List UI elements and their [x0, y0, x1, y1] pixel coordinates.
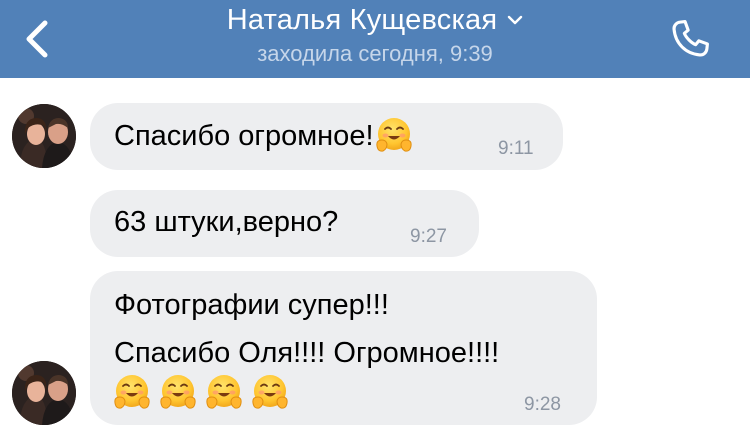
emoji-row [112, 373, 290, 413]
message-bubble[interactable]: Спасибо огромное! 9:11 [90, 103, 563, 170]
message-text: Спасибо огромное! [114, 120, 374, 152]
hugging-face-emoji-icon [159, 374, 197, 410]
chevron-down-icon [508, 15, 523, 25]
message-time: 9:27 [410, 226, 447, 247]
call-button[interactable] [662, 14, 718, 64]
hugging-face-emoji-icon [375, 117, 412, 153]
chat-header: Наталья Кущевская заходила сегодня, 9:39 [0, 0, 750, 78]
hugging-face-emoji-icon [113, 374, 151, 410]
message-bubble[interactable]: 63 штуки,верно? 9:27 [90, 190, 479, 257]
last-seen-status: заходила сегодня, 9:39 [257, 41, 493, 66]
avatar[interactable] [12, 361, 76, 425]
message-text-line: Спасибо Оля!!!! Огромное!!!! [114, 337, 500, 369]
message-time: 9:28 [524, 394, 561, 415]
message-text-line: Фотографии супер!!! [114, 289, 389, 321]
chevron-left-icon [26, 20, 48, 58]
message-text-row: Спасибо огромное! [114, 115, 414, 157]
phone-icon [672, 20, 709, 57]
contact-name-row[interactable]: Наталья Кущевская [227, 2, 524, 38]
contact-info[interactable]: Наталья Кущевская заходила сегодня, 9:39 [150, 2, 600, 68]
back-button[interactable] [14, 14, 60, 64]
message-bubble[interactable]: Фотографии супер!!! Спасибо Оля!!!! Огро… [90, 271, 597, 425]
hugging-face-emoji-icon [205, 374, 243, 410]
contact-name: Наталья Кущевская [226, 4, 498, 36]
avatar[interactable] [12, 104, 76, 168]
message-text: 63 штуки,верно? [114, 206, 339, 238]
hugging-face-emoji-icon [251, 374, 289, 410]
message-time: 9:11 [498, 138, 534, 159]
